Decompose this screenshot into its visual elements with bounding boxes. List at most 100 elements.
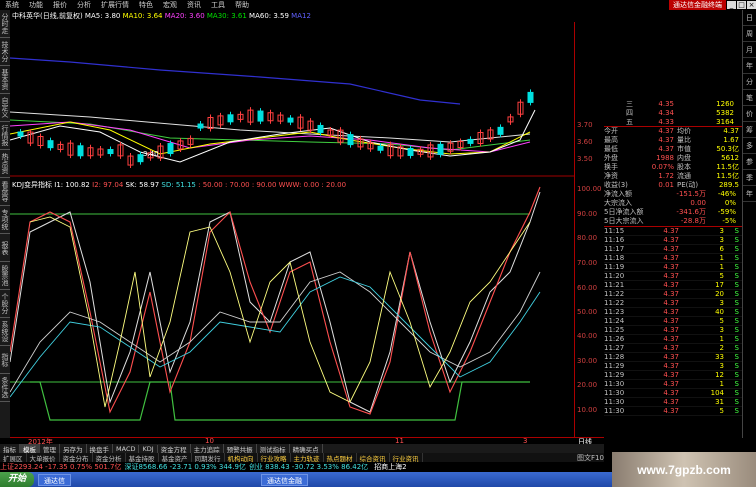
- sidebar-tab-custom[interactable]: 自定义: [0, 94, 10, 122]
- menu-special[interactable]: 特色: [134, 0, 158, 10]
- order-book-row: 四 4.34 5382: [626, 109, 734, 117]
- period-quarter[interactable]: 季: [743, 170, 756, 186]
- status-sh[interactable]: 上证2293.24 -17.35 0.75% 501.7亿: [0, 462, 121, 472]
- extended-tab[interactable]: 资金分布: [60, 452, 93, 463]
- period-month[interactable]: 月: [743, 42, 756, 58]
- i1-line: [10, 191, 541, 413]
- tick-time: 11:26: [604, 335, 625, 343]
- task-tdx-finance[interactable]: 通达信金融: [261, 473, 309, 486]
- tick-row: 11:29 4.37 12 S: [604, 371, 742, 380]
- sidebar-tab-settings[interactable]: 系统设置: [0, 318, 10, 346]
- menu-tools[interactable]: 工具: [206, 0, 230, 10]
- i2-line: [10, 186, 541, 415]
- stat-key: 净资: [604, 172, 618, 180]
- tick-price: 4.37: [663, 272, 679, 280]
- extended-tab[interactable]: 基金持股: [126, 452, 159, 463]
- watermark: www.7gpzb.com: [612, 452, 756, 487]
- maximize-icon[interactable]: □: [737, 1, 746, 9]
- period-week[interactable]: 周: [743, 26, 756, 42]
- menu-bar: 系统 功能 报价 分析 扩展行情 特色 宏观 资讯 工具 帮助 通达信金融终端 …: [0, 0, 756, 10]
- period-price[interactable]: 价: [743, 106, 756, 122]
- tick-time: 11:29: [604, 362, 625, 370]
- menu-quotes[interactable]: 报价: [48, 0, 72, 10]
- extended-tab[interactable]: 热点题材: [324, 452, 357, 463]
- tick-side: S: [734, 281, 739, 289]
- menu-help[interactable]: 帮助: [230, 0, 254, 10]
- f10-tab[interactable]: 图文F10: [577, 453, 617, 462]
- sidebar-tab-screener[interactable]: 条件选股: [0, 374, 10, 402]
- tick-time: 11:25: [604, 326, 625, 334]
- stat-key2: 均价: [677, 127, 691, 135]
- indicator-tab[interactable]: MACD: [113, 444, 140, 453]
- stat-key2: 股本: [677, 163, 691, 171]
- period-tick[interactable]: 笔: [743, 90, 756, 106]
- tick-time: 11:30: [604, 407, 625, 415]
- stat-value: 4.37: [658, 136, 674, 144]
- period-minute[interactable]: 分: [743, 74, 756, 90]
- minimize-icon[interactable]: _: [727, 1, 736, 9]
- sidebar-tab-fundamentals[interactable]: 基本资料: [0, 66, 10, 94]
- sidebar-tab-report[interactable]: 报表: [0, 234, 10, 262]
- sidebar-tab-indicators[interactable]: 指标: [0, 346, 10, 374]
- chart-area[interactable]: 3.40: [10, 22, 574, 438]
- stat-value2: -59%: [717, 208, 736, 216]
- extended-tab[interactable]: 综合资讯: [357, 452, 390, 463]
- extended-tab[interactable]: 大单报价: [27, 452, 60, 463]
- stat-row: 最低 4.37 市值 50.3亿: [604, 145, 742, 154]
- indicator-tab[interactable]: KDJ: [139, 444, 158, 453]
- tick-volume: 5: [719, 317, 724, 325]
- stat-key: 外盘: [604, 154, 618, 162]
- menu-info[interactable]: 资讯: [182, 0, 206, 10]
- menu-system[interactable]: 系统: [0, 0, 24, 10]
- menu-analysis[interactable]: 分析: [72, 0, 96, 10]
- stat-row: 最高 4.37 量比 1.67: [604, 136, 742, 145]
- menu-macro[interactable]: 宏观: [158, 0, 182, 10]
- tick-time: 11:15: [604, 227, 625, 235]
- tick-price: 4.37: [663, 407, 679, 415]
- menu-extended[interactable]: 扩展行情: [96, 0, 134, 10]
- period-day[interactable]: 日: [743, 10, 756, 26]
- extended-tab[interactable]: 资金分析: [93, 452, 126, 463]
- extended-tab[interactable]: 主力轨迹: [291, 452, 324, 463]
- status-sz[interactable]: 深证8568.66 -23.71 0.93% 344.9亿: [124, 462, 245, 472]
- extended-tab[interactable]: 行业攻略: [258, 452, 291, 463]
- close-icon[interactable]: ×: [747, 1, 756, 9]
- sidebar-tab-quotes[interactable]: 行情报价: [0, 122, 10, 150]
- tick-time: 11:21: [604, 281, 625, 289]
- tick-volume: 5: [719, 272, 724, 280]
- order-book: [604, 22, 742, 100]
- tick-side: S: [734, 353, 739, 361]
- stat-value2: -46%: [717, 190, 736, 198]
- stat-value: 1988: [656, 154, 674, 162]
- tick-row: 11:30 4.37 31 S: [604, 398, 742, 407]
- ind-tick: 100.00: [577, 185, 602, 193]
- extended-tab[interactable]: 机构动向: [225, 452, 258, 463]
- tick-volume: 12: [715, 371, 724, 379]
- period-param[interactable]: 参: [743, 154, 756, 170]
- sidebar-tab-technical[interactable]: 技术分析: [0, 38, 10, 66]
- ma5-label: MA5: 3.80: [84, 12, 121, 20]
- sidebar-tab-news[interactable]: 热点资讯: [0, 150, 10, 178]
- stat-key: 5日净流入额: [604, 208, 644, 216]
- ind-tick: 70.00: [577, 259, 598, 267]
- sidebar-tab-intraday[interactable]: 分时走势: [0, 10, 10, 38]
- start-button[interactable]: 开始: [0, 472, 35, 487]
- status-bar: 上证2293.24 -17.35 0.75% 501.7亿 深证8568.66 …: [0, 462, 610, 472]
- sidebar-tab-pool[interactable]: 股票池: [0, 262, 10, 290]
- extended-tab[interactable]: 同期发行: [192, 452, 225, 463]
- status-cy[interactable]: 创业 838.43 -30.72 3.53% 86.42亿: [249, 462, 368, 472]
- stat-key: 换手: [604, 163, 618, 171]
- extended-tab[interactable]: 基金资产: [159, 452, 192, 463]
- task-tdx[interactable]: 通达信: [38, 473, 72, 486]
- period-chip[interactable]: 筹: [743, 122, 756, 138]
- sidebar-tab-stats[interactable]: 专项统计: [0, 206, 10, 234]
- period-year[interactable]: 年: [743, 58, 756, 74]
- period-multi[interactable]: 多: [743, 138, 756, 154]
- tick-row: 11:17 4.37 6 S: [604, 245, 742, 254]
- period-annual[interactable]: 年: [743, 186, 756, 202]
- extended-tab[interactable]: 行业资讯: [390, 452, 423, 463]
- sidebar-tab-stock-analysis[interactable]: 个股分析: [0, 290, 10, 318]
- menu-function[interactable]: 功能: [24, 0, 48, 10]
- sidebar-tab-nav[interactable]: 看盘导航: [0, 178, 10, 206]
- extended-tab[interactable]: 扩展区: [0, 452, 27, 463]
